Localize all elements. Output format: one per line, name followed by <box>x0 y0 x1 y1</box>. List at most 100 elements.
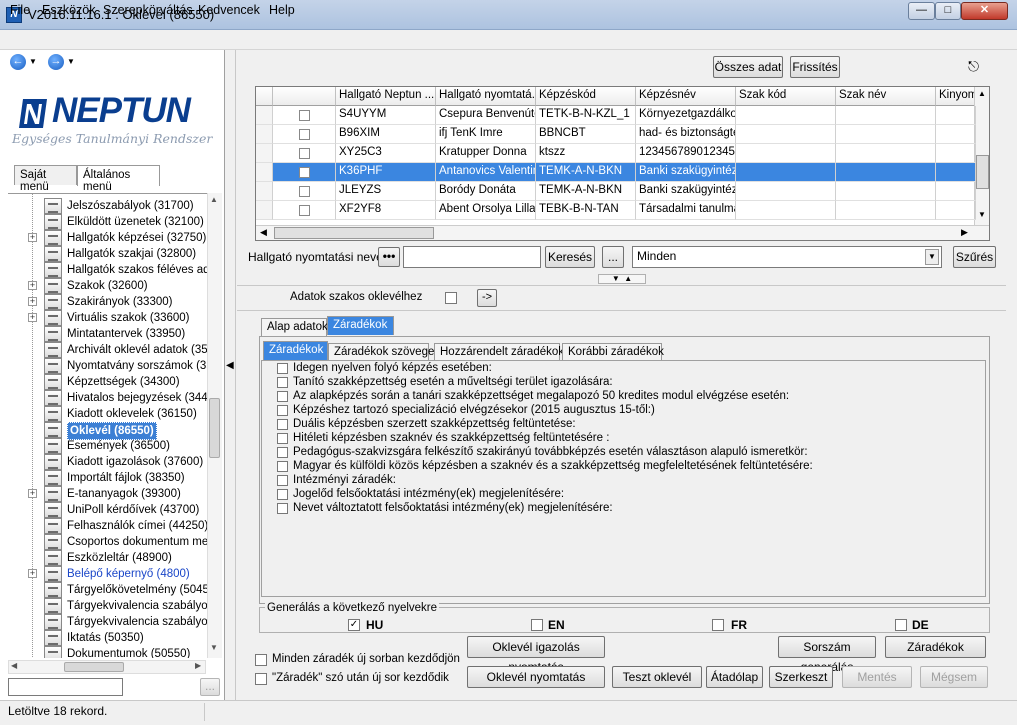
table-row[interactable]: K36PHF Antanovics Valentina TEMK-A-N-BKN Ba… <box>256 163 976 182</box>
tab-zaradekok[interactable]: Záradékok <box>327 316 394 335</box>
panel-splitter[interactable]: ◀ <box>225 50 236 700</box>
megsem-button[interactable]: Mégsem <box>920 666 988 688</box>
sorszam-generalas-button[interactable]: Sorszám generálás <box>778 636 876 674</box>
tab-inner-zaradekok[interactable]: Záradékok <box>263 341 328 360</box>
grid-horizontal-scrollbar[interactable]: ◀ ▶ <box>256 225 989 240</box>
table-cell <box>736 144 836 163</box>
mentes-button[interactable]: Mentés <box>842 666 912 688</box>
status-text: Letöltve 18 rekord. <box>8 704 108 718</box>
expand-plus-icon[interactable]: + <box>28 297 37 306</box>
minimize-button[interactable]: — <box>908 2 935 20</box>
menu-kedvencek[interactable]: Kedvencek <box>198 3 260 17</box>
table-row[interactable]: JLEYZS Boródy Donáta TEMK-A-N-BKN Banki sza… <box>256 182 976 201</box>
row-header[interactable] <box>256 182 273 201</box>
grid-header-szak-nev[interactable]: Szak név <box>836 87 936 106</box>
forward-dropdown-icon[interactable]: ▼ <box>67 57 75 66</box>
igazolas-nyomtatas-button[interactable]: Oklevél igazolás nyomtatás <box>467 636 605 674</box>
row-checkbox[interactable] <box>299 186 310 197</box>
row-header[interactable] <box>256 201 273 220</box>
back-arrow-icon[interactable]: ← <box>10 54 26 70</box>
lang-de-checkbox[interactable] <box>895 619 907 631</box>
clause-checkbox[interactable] <box>277 419 288 430</box>
table-row[interactable]: B96XIM ifj TenK Imre BBNCBT had- és biztons… <box>256 125 976 144</box>
menu-szerepkorvaltas[interactable]: Szerepkörváltás <box>103 3 193 17</box>
osszes-adat-button[interactable]: Összes adat <box>713 56 783 78</box>
szures-button[interactable]: Szűrés <box>953 246 996 268</box>
form-icon <box>44 598 62 614</box>
expand-plus-icon[interactable]: + <box>28 489 37 498</box>
clause-label: Hitéleti képzésben szaknév és szakképzet… <box>293 432 610 444</box>
lang-hu-checkbox[interactable]: ✓ <box>348 619 360 631</box>
table-row[interactable]: XF2YF8 Abent Orsolya Lilla TEBK-B-N-TAN Tár… <box>256 201 976 220</box>
clause-checkbox[interactable] <box>277 447 288 458</box>
expand-plus-icon[interactable]: + <box>28 569 37 578</box>
clause-checkbox[interactable] <box>277 405 288 416</box>
grid-header-nyomtatasi-nev[interactable]: Hallgató nyomtatá... <box>436 87 536 106</box>
maximize-button[interactable]: □ <box>935 2 961 20</box>
grid-header-neptun[interactable]: Hallgató Neptun ... <box>336 87 436 106</box>
teszt-oklevel-button[interactable]: Teszt oklevél <box>612 666 702 688</box>
grid-vertical-scrollbar[interactable]: ▲ ▼ <box>974 87 989 225</box>
atadolap-button[interactable]: Átadólap <box>706 666 763 688</box>
clause-checkbox[interactable] <box>277 489 288 500</box>
collapse-toggle[interactable]: ▼ ▲ <box>598 274 646 284</box>
table-cell <box>936 125 976 144</box>
expand-plus-icon[interactable]: + <box>28 281 37 290</box>
tab-altalanos-menu[interactable]: Általános menü <box>77 165 160 193</box>
row-header[interactable] <box>256 144 273 163</box>
grid-header-kepzeskod[interactable]: Képzéskód <box>536 87 636 106</box>
grid-header-kinyom[interactable]: Kinyom <box>936 87 976 106</box>
kereses-button[interactable]: Keresés <box>545 246 595 268</box>
clause-checkbox[interactable] <box>277 461 288 472</box>
menu-file[interactable]: File <box>10 3 30 17</box>
tree-horizontal-scrollbar[interactable]: ◀ ▶ <box>8 660 206 674</box>
clause-checkbox[interactable] <box>277 363 288 374</box>
szakos-arrow-button[interactable]: -> <box>477 289 497 307</box>
menu-search-input[interactable] <box>8 678 123 696</box>
table-row[interactable]: S4UYYM Csepura Benvenútó TETK-B-N-KZL_1 Kör… <box>256 106 976 125</box>
menu-help[interactable]: Help <box>269 3 295 17</box>
clause-label: Magyar és külföldi közös képzésben a sza… <box>293 460 813 472</box>
clause-checkbox[interactable] <box>277 377 288 388</box>
table-cell: TETK-B-N-KZL_1 <box>536 106 636 125</box>
grid-header-kepzesnev[interactable]: Képzésnév <box>636 87 736 106</box>
tab-alap-adatok[interactable]: Alap adatok <box>261 318 328 337</box>
row-header[interactable] <box>256 125 273 144</box>
row-checkbox[interactable] <box>299 205 310 216</box>
row-checkbox[interactable] <box>299 148 310 159</box>
grid-header-szak-kod[interactable]: Szak kód <box>736 87 836 106</box>
row-header[interactable] <box>256 163 273 182</box>
expand-plus-icon[interactable]: + <box>28 313 37 322</box>
search-input[interactable] <box>403 246 541 268</box>
menu-eszkozok[interactable]: Eszközök <box>42 3 96 17</box>
close-button[interactable]: ✕ <box>961 2 1008 20</box>
oklevel-nyomtatas-button[interactable]: Oklevél nyomtatás <box>467 666 605 688</box>
menu-search-button[interactable]: ... <box>200 678 220 696</box>
lang-fr-checkbox[interactable] <box>712 619 724 631</box>
browse-button[interactable]: ... <box>602 246 624 268</box>
clause-checkbox[interactable] <box>277 433 288 444</box>
pin-icon[interactable]: ⎋ <box>968 58 979 75</box>
lang-en-checkbox[interactable] <box>531 619 543 631</box>
szakos-checkbox[interactable] <box>445 292 457 304</box>
clause-checkbox[interactable] <box>277 391 288 402</box>
zaradekok-button[interactable]: Záradékok <box>885 636 986 658</box>
forward-arrow-icon[interactable]: → <box>48 54 64 70</box>
search-options-button[interactable]: ••• <box>378 247 400 267</box>
table-row[interactable]: XY25C3 Kratupper Donna ktszz 12345678901234… <box>256 144 976 163</box>
row-checkbox[interactable] <box>299 129 310 140</box>
row-header[interactable] <box>256 106 273 125</box>
frissites-button[interactable]: Frissítés <box>790 56 840 78</box>
expand-plus-icon[interactable]: + <box>28 233 37 242</box>
clause-checkbox[interactable] <box>277 503 288 514</box>
clause-checkbox[interactable] <box>277 475 288 486</box>
row-checkbox[interactable] <box>299 110 310 121</box>
tree-vertical-scrollbar[interactable]: ▲ ▼ <box>207 193 222 658</box>
filter-select[interactable]: Minden ▼ <box>632 246 942 268</box>
szerkeszt-button[interactable]: Szerkeszt <box>769 666 833 688</box>
back-dropdown-icon[interactable]: ▼ <box>29 57 37 66</box>
option-after-word-checkbox[interactable] <box>255 673 267 685</box>
row-checkbox[interactable] <box>299 167 310 178</box>
option-new-line-checkbox[interactable] <box>255 654 267 666</box>
tab-sajat-menu[interactable]: Saját menü <box>14 165 77 193</box>
